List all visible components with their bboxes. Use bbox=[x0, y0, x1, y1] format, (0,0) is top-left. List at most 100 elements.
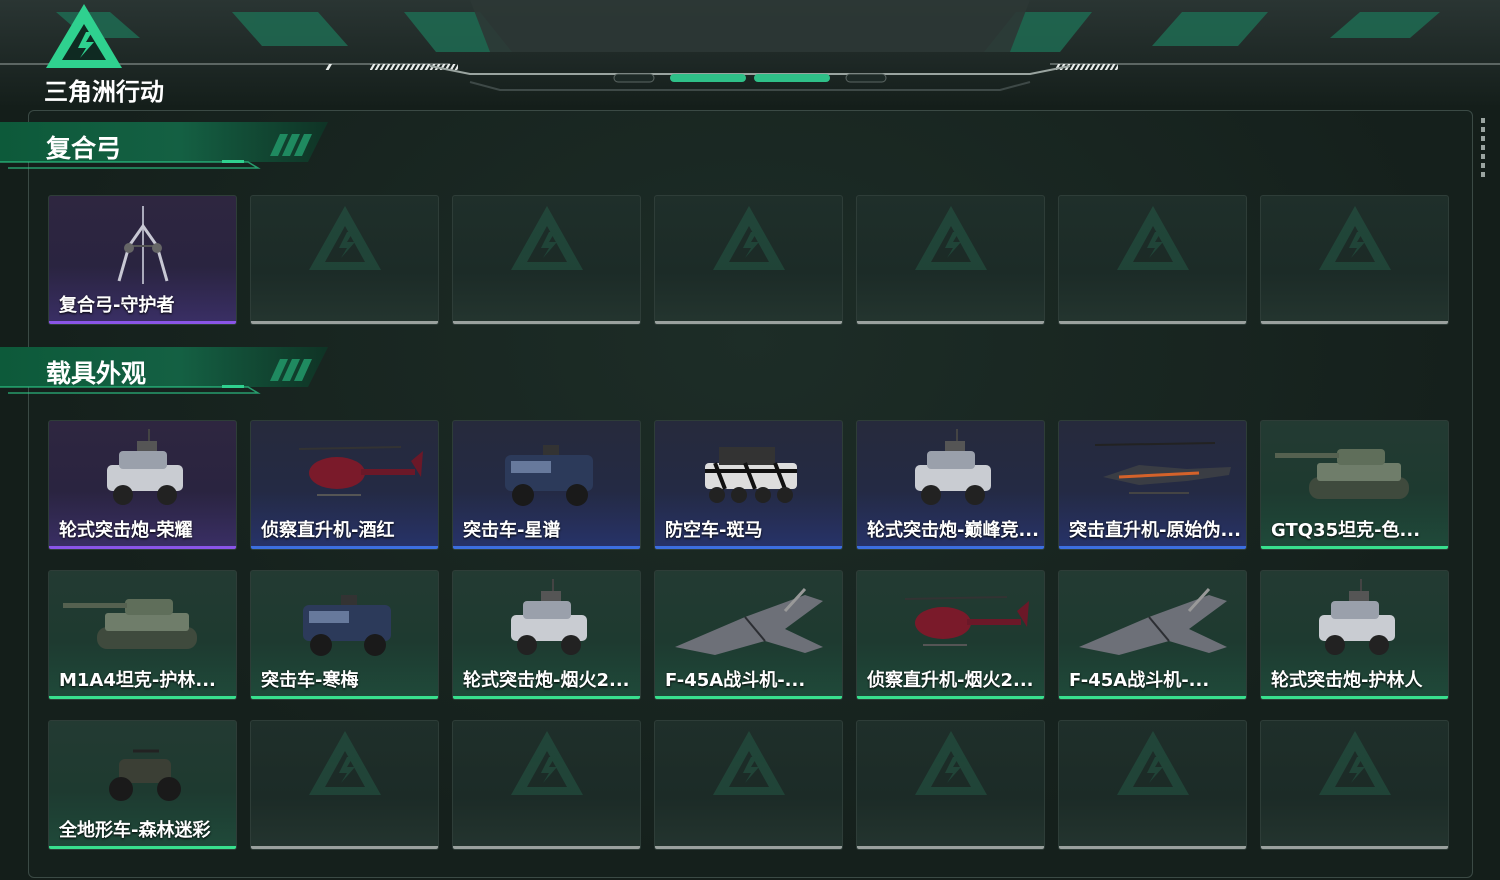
delta-placeholder-icon bbox=[309, 731, 381, 795]
rarity-bar bbox=[1261, 546, 1448, 549]
skin-card[interactable]: 突击直升机-原始伪... bbox=[1058, 420, 1247, 550]
skin-name: 防空车-斑马 bbox=[665, 520, 763, 541]
tank-icon bbox=[63, 599, 197, 649]
delta-placeholder-icon bbox=[713, 206, 785, 270]
delta-placeholder-icon bbox=[309, 206, 381, 270]
skin-name: F-45A战斗机-... bbox=[665, 670, 806, 691]
skin-card[interactable]: F-45A战斗机-... bbox=[654, 570, 843, 700]
delta-placeholder-icon bbox=[511, 731, 583, 795]
section-title: 复合弓 bbox=[46, 134, 122, 163]
armored-car-icon bbox=[915, 429, 991, 505]
rarity-bar bbox=[49, 846, 236, 849]
skin-card[interactable]: 轮式突击炮-护林人 bbox=[1260, 570, 1449, 700]
empty-slot bbox=[452, 720, 641, 850]
skin-card[interactable]: 全地形车-森林迷彩 bbox=[48, 720, 237, 850]
rarity-bar bbox=[251, 846, 438, 849]
skin-card[interactable]: M1A4坦克-护林... bbox=[48, 570, 237, 700]
rarity-bar bbox=[1261, 696, 1448, 699]
rarity-bar bbox=[49, 546, 236, 549]
skin-name: 轮式突击炮-荣耀 bbox=[59, 520, 193, 541]
skin-name: M1A4坦克-护林... bbox=[59, 670, 216, 691]
empty-slot bbox=[250, 195, 439, 325]
atv-icon bbox=[109, 749, 181, 801]
rarity-bar bbox=[857, 546, 1044, 549]
aa-vehicle-icon bbox=[705, 447, 797, 503]
header-decoration bbox=[0, 0, 1500, 91]
empty-slot bbox=[1058, 720, 1247, 850]
fighter-jet-icon bbox=[675, 587, 823, 655]
rarity-bar bbox=[857, 846, 1044, 849]
delta-placeholder-icon bbox=[915, 206, 987, 270]
skin-name: 轮式突击炮-烟火2... bbox=[463, 670, 630, 691]
skin-name: 侦察直升机-烟火2... bbox=[867, 670, 1034, 691]
armored-car-icon bbox=[511, 579, 587, 655]
rarity-bar bbox=[1059, 696, 1246, 699]
empty-slot bbox=[452, 195, 641, 325]
rarity-bar bbox=[251, 696, 438, 699]
rarity-bar bbox=[251, 546, 438, 549]
rarity-bar bbox=[251, 321, 438, 324]
empty-slot bbox=[1260, 195, 1449, 325]
section-title: 载具外观 bbox=[46, 359, 147, 388]
skin-name: F-45A战斗机-... bbox=[1069, 670, 1210, 691]
skin-card[interactable]: 突击车-寒梅 bbox=[250, 570, 439, 700]
attack-helicopter-icon bbox=[1094, 442, 1231, 494]
delta-placeholder-icon bbox=[511, 206, 583, 270]
rarity-bar bbox=[453, 546, 640, 549]
rarity-bar bbox=[1059, 846, 1246, 849]
rarity-bar bbox=[655, 321, 842, 324]
empty-slot bbox=[654, 720, 843, 850]
rarity-bar bbox=[857, 321, 1044, 324]
skin-name: 突击车-星谱 bbox=[463, 520, 561, 541]
skin-name: 全地形车-森林迷彩 bbox=[59, 820, 211, 841]
logo-title: 三角洲行动 bbox=[44, 78, 164, 106]
skin-card[interactable]: 轮式突击炮-烟火2... bbox=[452, 570, 641, 700]
rarity-bar bbox=[1059, 546, 1246, 549]
skin-name: 轮式突击炮-巅峰竞... bbox=[867, 520, 1039, 541]
rarity-bar bbox=[655, 846, 842, 849]
delta-placeholder-icon bbox=[915, 731, 987, 795]
rarity-bar bbox=[49, 696, 236, 699]
scrollbar[interactable] bbox=[1481, 118, 1485, 180]
rarity-bar bbox=[1261, 846, 1448, 849]
skin-card[interactable]: 防空车-斑马 bbox=[654, 420, 843, 550]
skin-card[interactable]: 轮式突击炮-荣耀 bbox=[48, 420, 237, 550]
compound-bow-icon bbox=[117, 206, 169, 284]
assault-truck-icon bbox=[505, 445, 593, 506]
armored-car-icon bbox=[107, 429, 183, 505]
rarity-bar bbox=[453, 696, 640, 699]
skin-card[interactable]: 侦察直升机-烟火2... bbox=[856, 570, 1045, 700]
section-header-compound-bow: 复合弓 bbox=[0, 120, 335, 176]
skin-name: 突击车-寒梅 bbox=[261, 670, 359, 691]
rarity-bar bbox=[655, 546, 842, 549]
skin-card[interactable]: GTQ35坦克-色... bbox=[1260, 420, 1449, 550]
rarity-bar bbox=[857, 696, 1044, 699]
empty-slot bbox=[1260, 720, 1449, 850]
rarity-bar bbox=[49, 321, 236, 324]
rarity-bar bbox=[453, 846, 640, 849]
tank-icon bbox=[1275, 449, 1409, 499]
empty-slot bbox=[1058, 195, 1247, 325]
skin-name: 复合弓-守护者 bbox=[59, 295, 175, 316]
top-header: 三角洲行动 bbox=[0, 0, 1500, 108]
skin-card[interactable]: 突击车-星谱 bbox=[452, 420, 641, 550]
empty-slot bbox=[250, 720, 439, 850]
rarity-bar bbox=[453, 321, 640, 324]
skin-card[interactable]: 侦察直升机-酒红 bbox=[250, 420, 439, 550]
skin-card[interactable]: 复合弓-守护者 bbox=[48, 195, 237, 325]
skin-card[interactable]: F-45A战斗机-... bbox=[1058, 570, 1247, 700]
game-logo: 三角洲行动 bbox=[44, 2, 184, 106]
helicopter-icon bbox=[904, 596, 1029, 646]
delta-placeholder-icon bbox=[713, 731, 785, 795]
delta-placeholder-icon bbox=[1319, 206, 1391, 270]
assault-truck-icon bbox=[303, 595, 391, 656]
skin-name: 突击直升机-原始伪... bbox=[1069, 520, 1241, 541]
armored-car-icon bbox=[1319, 579, 1395, 655]
delta-logo-icon bbox=[46, 4, 122, 68]
empty-slot bbox=[856, 720, 1045, 850]
skin-card[interactable]: 轮式突击炮-巅峰竞... bbox=[856, 420, 1045, 550]
fighter-jet-icon bbox=[1079, 587, 1227, 655]
rarity-bar bbox=[1059, 321, 1246, 324]
skin-name: 轮式突击炮-护林人 bbox=[1271, 670, 1423, 691]
section-header-vehicle-skins: 载具外观 bbox=[0, 345, 335, 401]
